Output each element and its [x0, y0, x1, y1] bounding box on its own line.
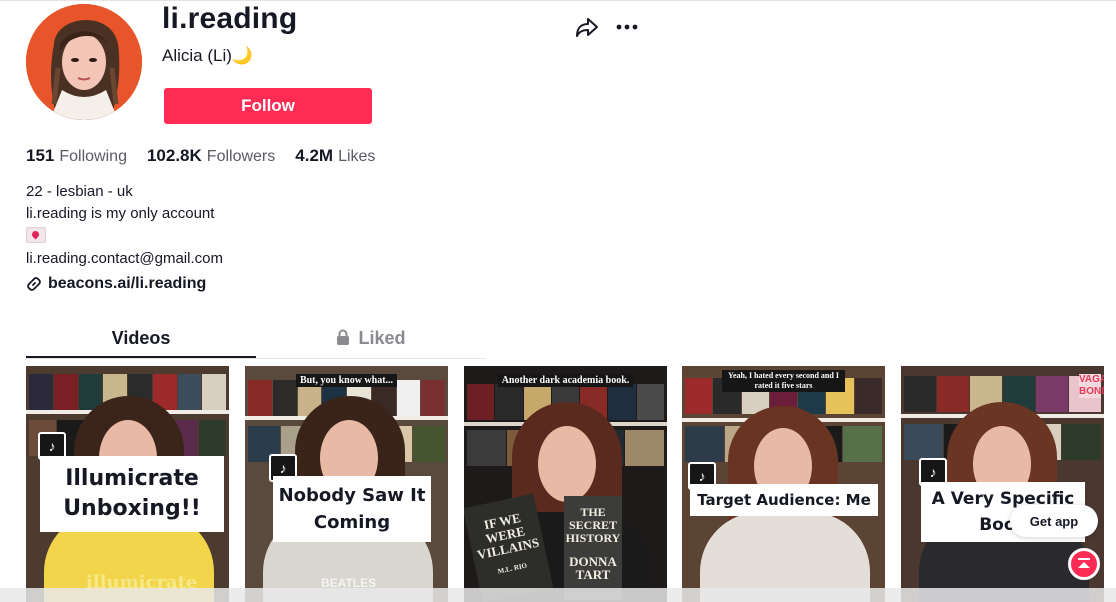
bio-email: li.reading.contact@gmail.com	[26, 250, 223, 267]
scroll-to-top-button[interactable]	[1068, 548, 1100, 580]
profile-tabs: Videos Liked	[26, 322, 486, 359]
more-options-icon[interactable]	[614, 14, 640, 40]
video-caption: Target Audience: Me	[690, 484, 878, 516]
overlay-text: Another dark academia book.	[497, 374, 634, 387]
lock-icon	[337, 329, 350, 346]
profile-bio: 22 - lesbian - uk li.reading is my only …	[26, 181, 223, 270]
profile-link-text: beacons.ai/li.reading	[48, 275, 207, 292]
profile-stats: 151 Following 102.8K Followers 4.2M Likes	[26, 146, 375, 166]
video-grid: ♪ Illumicrate Unboxing!! illumicrate But…	[26, 366, 1116, 602]
video-card[interactable]: Yeah, I hated every second and I rated i…	[682, 366, 885, 602]
likes-label: Likes	[338, 148, 376, 165]
tab-liked[interactable]: Liked	[256, 322, 486, 356]
video-caption: Illumicrate Unboxing!!	[40, 456, 224, 532]
display-name: Alicia (Li)🌙	[162, 46, 254, 65]
top-divider	[0, 0, 1116, 1]
link-icon	[27, 277, 41, 291]
overlay-text-container: Yeah, I hated every second and I rated i…	[722, 370, 845, 393]
tab-liked-label: Liked	[358, 328, 406, 348]
overlay-text-container: But, you know what...	[245, 370, 448, 388]
video-card[interactable]: Another dark academia book. IF WE WERE V…	[464, 366, 667, 602]
avatar[interactable]	[26, 4, 142, 120]
following-stat[interactable]: 151 Following	[26, 146, 127, 166]
bio-line: 22 - lesbian - uk	[26, 183, 133, 200]
tab-videos[interactable]: Videos	[26, 322, 256, 358]
follow-button[interactable]: Follow	[164, 88, 372, 124]
username: li.reading	[162, 2, 298, 35]
love-letter-emoji-icon	[26, 227, 46, 243]
followers-label: Followers	[206, 148, 276, 165]
book-title: IF WE WERE VILLAINS	[475, 509, 541, 563]
video-caption: Nobody Saw It Coming	[273, 476, 431, 542]
video-card[interactable]: ♪ Illumicrate Unboxing!! illumicrate	[26, 366, 229, 602]
overlay-text: Yeah, I hated every second and I rated i…	[722, 370, 845, 392]
likes-count: 4.2M	[295, 146, 334, 165]
horizontal-scrollbar[interactable]	[0, 588, 1116, 602]
book-cover: THE SECRET HISTORY DONNA TART	[564, 496, 622, 600]
followers-stat[interactable]: 102.8K Followers	[147, 146, 275, 166]
book-spine-text: VAGA BOND	[1079, 374, 1104, 398]
arrow-up-icon	[1078, 558, 1090, 568]
book-author: DONNA TART	[569, 554, 617, 582]
video-card[interactable]: But, you know what... ♪ Nobody Saw It Co…	[245, 366, 448, 602]
share-icon[interactable]	[574, 14, 600, 40]
following-count: 151	[26, 146, 55, 165]
bio-line: li.reading is my only account	[26, 205, 215, 222]
likes-stat: 4.2M Likes	[295, 146, 375, 166]
book-title: THE SECRET HISTORY	[565, 505, 621, 545]
get-app-button[interactable]: Get app	[1010, 505, 1098, 537]
profile-link[interactable]: beacons.ai/li.reading	[26, 275, 206, 293]
overlay-text-container: Another dark academia book.	[464, 370, 667, 388]
following-label: Following	[59, 148, 127, 165]
overlay-text: But, you know what...	[295, 374, 398, 387]
followers-count: 102.8K	[146, 146, 202, 165]
